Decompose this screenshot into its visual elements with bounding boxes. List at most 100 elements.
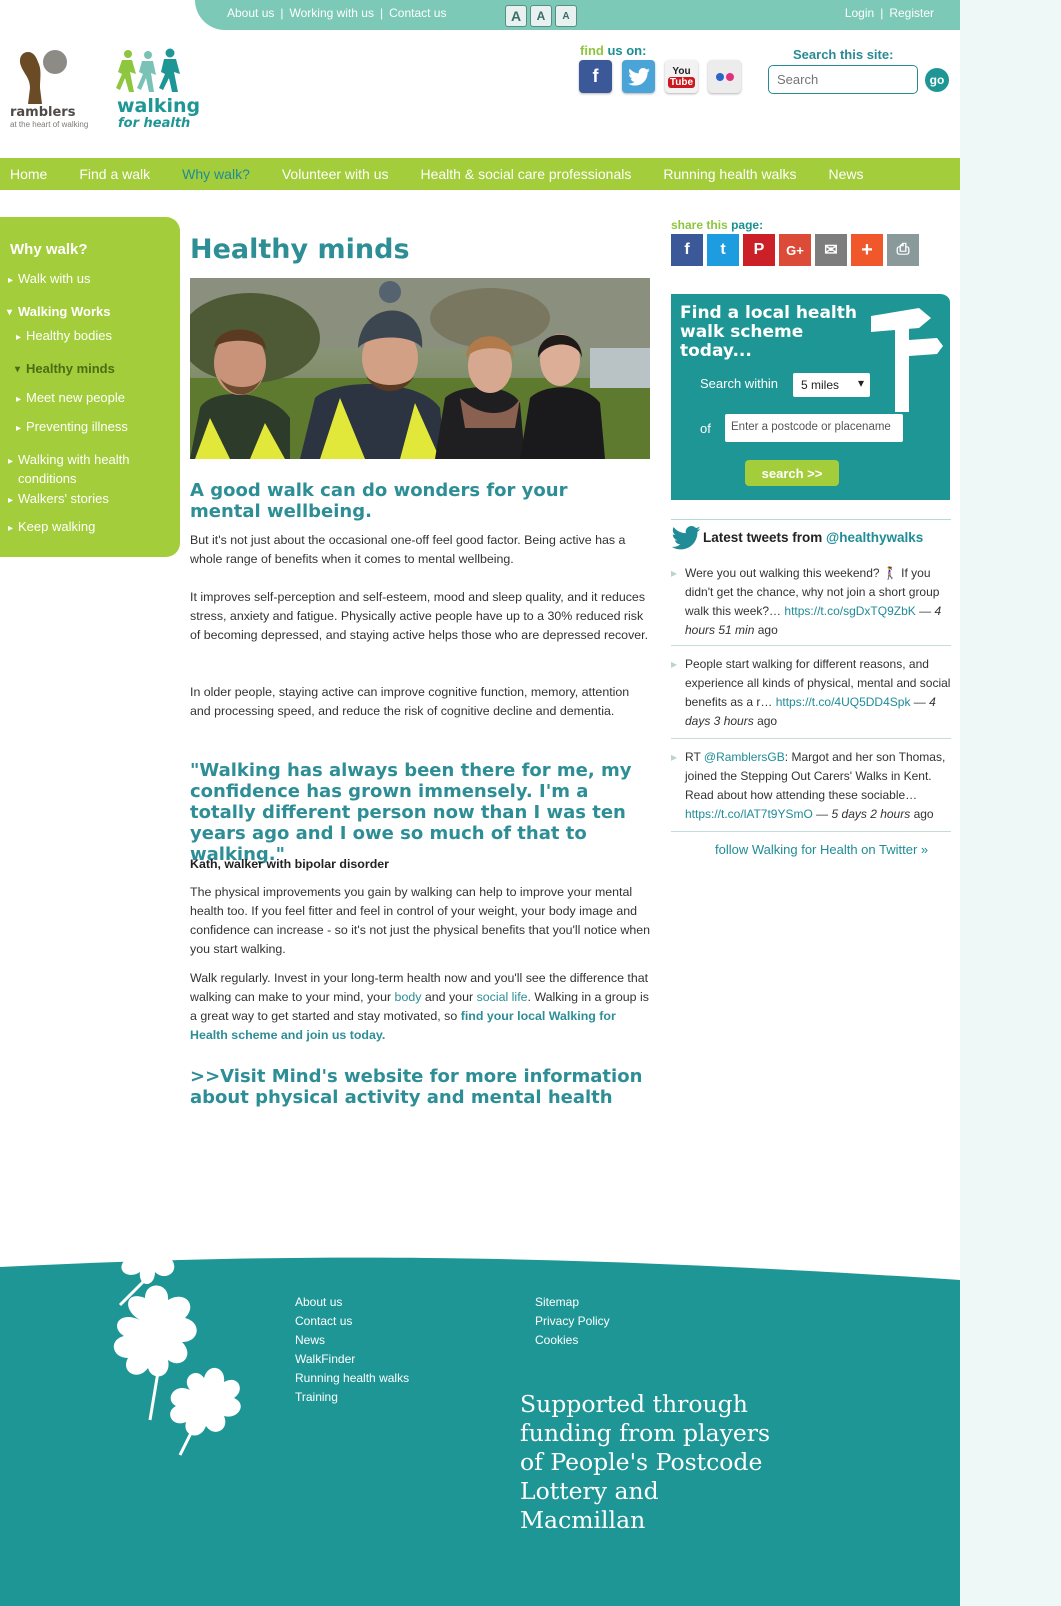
sidebar-item-keep-walking[interactable]: Keep walking [8,517,95,538]
twitter-share-icon[interactable]: t [707,234,739,266]
share-buttons: f t P G+ ✉ + ⎙ [671,234,919,266]
googleplus-share-icon[interactable]: G+ [779,234,811,266]
footer-sitemap-link[interactable]: Sitemap [535,1293,610,1312]
auth-links: Login | Register [844,6,934,20]
healthywalks-handle-link[interactable]: @healthywalks [826,530,923,545]
ramblers-name: ramblers [10,105,76,120]
wfh-wordmark: walking [117,95,201,117]
email-share-icon[interactable]: ✉ [815,234,847,266]
sidebar-item-healthy-minds[interactable]: Healthy minds [15,359,115,379]
tweet-item: RT @RamblersGB: Margot and her son Thoma… [671,748,951,832]
facebook-icon[interactable]: f [579,60,612,93]
pull-quote: "Walking has always been there for me, m… [190,760,632,865]
intro-heading: A good walk can do wonders for your ment… [190,480,568,522]
footer-about-us-link[interactable]: About us [295,1293,409,1312]
search-within-label: Search within [700,376,779,391]
pinterest-share-icon[interactable]: P [743,234,775,266]
wfh-wordmark-sub: for health [118,116,191,131]
login-link[interactable]: Login [845,6,874,20]
funding-statement: Supported through funding from players o… [520,1390,771,1534]
tweet-item: People start walking for different reaso… [671,655,951,739]
nav-health-professionals[interactable]: Health & social care professionals [410,166,631,182]
paragraph-3: In older people, staying active can impr… [190,685,630,718]
page-title: Healthy minds [190,234,410,265]
paragraph-5: Walk regularly. Invest in your long-term… [190,971,649,1042]
ramblers-tagline: at the heart of walking [10,120,89,129]
footer-cookies-link[interactable]: Cookies [535,1331,610,1350]
search-label: Search this site: [793,47,894,62]
text-size-medium-button[interactable]: A [530,5,552,27]
find-us-label: find us on: [580,43,647,58]
footer-links-col2: Sitemap Privacy Policy Cookies [535,1293,610,1350]
body-link[interactable]: body [395,990,422,1004]
quote-attribution: Kath, walker with bipolar disorder [190,857,389,871]
oak-leaf-icon [112,1215,241,1456]
footer-news-link[interactable]: News [295,1331,409,1350]
walkers-figures-icon [116,48,180,92]
sidebar-item-walk-with-us[interactable]: Walk with us [8,269,91,290]
flickr-icon[interactable] [708,60,741,93]
nav-news[interactable]: News [818,166,863,182]
mind-website-link[interactable]: >>Visit Mind's website for more informat… [190,1066,650,1108]
tweet-mention-link[interactable]: @RamblersGB [704,750,785,764]
hero-image [190,278,650,459]
twitter-icon[interactable] [622,60,655,93]
share-label: share this page: [671,218,764,232]
about-us-link[interactable]: About us [227,6,274,20]
contact-us-link[interactable]: Contact us [389,6,446,20]
register-link[interactable]: Register [889,6,934,20]
text-size-small-button[interactable]: A [555,5,577,27]
walking-for-health-logo[interactable]: walking for health [116,48,200,131]
tweet-link[interactable]: https://t.co/lAT7t9YSmO [685,807,813,821]
footer-contact-us-link[interactable]: Contact us [295,1312,409,1331]
nav-why-walk[interactable]: Why walk? [172,166,250,182]
twitter-bird-icon [671,526,701,550]
radius-select[interactable]: 5 miles [793,373,870,397]
tweet-item: Were you out walking this weekend? 🚶‍♀️ … [671,564,951,646]
tweets-heading: Latest tweets from @healthywalks [703,530,924,545]
find-search-button[interactable]: search >> [745,460,839,486]
section-nav-title[interactable]: Why walk? [10,241,88,258]
tweet-link[interactable]: https://t.co/4UQ5DD4Spk [776,695,911,709]
sidebar-item-health-conditions[interactable]: Walking with health conditions [8,450,158,488]
utility-links: About us | Working with us | Contact us [227,6,447,20]
footer-running-health-walks-link[interactable]: Running health walks [295,1369,409,1388]
follow-twitter-link[interactable]: follow Walking for Health on Twitter » [715,842,928,857]
postcode-input[interactable]: Enter a postcode or placename [725,414,903,442]
footer-walkfinder-link[interactable]: WalkFinder [295,1350,409,1369]
paragraph-4: The physical improvements you gain by wa… [190,885,651,956]
sidebar-item-healthy-bodies[interactable]: Healthy bodies [16,326,112,347]
print-share-icon[interactable]: ⎙ [887,234,919,266]
section-nav: Why walk? Walk with us Walking Works Hea… [0,217,180,557]
nav-volunteer[interactable]: Volunteer with us [272,166,389,182]
footer-privacy-policy-link[interactable]: Privacy Policy [535,1312,610,1331]
footer-links-col1: About us Contact us News WalkFinder Runn… [295,1293,409,1407]
sidebar-item-walking-works[interactable]: Walking Works [7,302,111,322]
find-box-heading: Find a local health walk scheme today... [680,303,857,361]
find-walk-scheme-box: Find a local health walk scheme today...… [671,294,950,500]
social-links: f You Tube [579,60,741,93]
text-size-large-button[interactable]: A [505,5,527,27]
sidebar-item-preventing-illness[interactable]: Preventing illness [16,417,128,438]
page-margin [960,0,1061,1606]
ramblers-logo[interactable]: ramblers at the heart of walking [8,48,108,130]
nav-running-health-walks[interactable]: Running health walks [653,166,796,182]
social-life-link[interactable]: social life [477,990,528,1004]
facebook-share-icon[interactable]: f [671,234,703,266]
working-with-us-link[interactable]: Working with us [290,6,374,20]
paragraph-1: But it's not just about the occasional o… [190,533,626,566]
search-input[interactable] [768,65,918,94]
text-size-controls: A A A [505,5,577,27]
youtube-icon[interactable]: You Tube [665,60,698,93]
tweet-link[interactable]: https://t.co/sgDxTQ9ZbK [784,604,915,618]
footer-training-link[interactable]: Training [295,1388,409,1407]
main-nav: Home Find a walk Why walk? Volunteer wit… [0,158,960,190]
signpost-icon [871,308,943,412]
sidebar-item-meet-new-people[interactable]: Meet new people [16,388,125,409]
more-share-icon[interactable]: + [851,234,883,266]
tweets-panel: Latest tweets from @healthywalks Were yo… [671,519,951,832]
nav-find-a-walk[interactable]: Find a walk [69,166,150,182]
search-go-button[interactable]: go [925,68,949,92]
sidebar-item-walkers-stories[interactable]: Walkers' stories [8,489,109,510]
nav-home[interactable]: Home [0,166,47,182]
